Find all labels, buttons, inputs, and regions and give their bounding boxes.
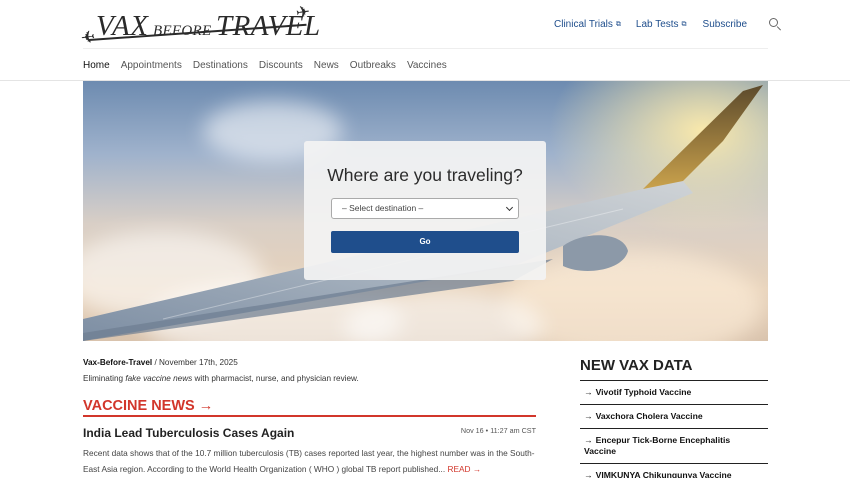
site-header: ✈ ✈ VAX BEFORE TRAVEL Clinical Trials ⧉ … — [0, 0, 850, 81]
nav-discounts[interactable]: Discounts — [259, 60, 303, 71]
lab-tests-label: Lab Tests — [635, 19, 679, 30]
destination-select-value: – Select destination – — [342, 203, 424, 213]
read-more-link[interactable]: READ → — [447, 464, 481, 474]
list-item[interactable]: → Encepur Tick-Borne Encephalitis Vaccine — [580, 428, 768, 463]
go-button[interactable]: Go — [331, 231, 519, 253]
section-divider — [83, 415, 536, 417]
nav-home[interactable]: Home — [83, 60, 110, 71]
vaccine-news-heading[interactable]: VACCINE NEWS → — [83, 398, 213, 414]
list-item[interactable]: → Vivotif Typhoid Vaccine — [580, 380, 768, 404]
logo-word-before: BEFORE — [153, 23, 212, 39]
arrow-right-icon: → — [584, 435, 593, 445]
article-excerpt: Recent data shows that of the 10.7 milli… — [83, 446, 535, 477]
list-item-label: Encepur Tick-Borne Encephalitis Vaccine — [584, 435, 731, 456]
nav-news[interactable]: News — [314, 60, 339, 71]
list-item[interactable]: → Vaxchora Cholera Vaccine — [580, 404, 768, 428]
destination-select[interactable]: – Select destination – — [331, 198, 519, 219]
arrow-right-icon: → — [584, 470, 593, 478]
new-vax-data-list: → Vivotif Typhoid Vaccine → Vaxchora Chole… — [580, 380, 768, 478]
clinical-trials-link[interactable]: Clinical Trials ⧉ — [554, 19, 621, 30]
search-icon[interactable] — [769, 18, 782, 31]
tagline-end: with pharmacist, nurse, and physician re… — [192, 374, 359, 383]
clinical-trials-label: Clinical Trials — [554, 19, 613, 30]
subscribe-label: Subscribe — [702, 19, 747, 30]
nav-vaccines[interactable]: Vaccines — [407, 60, 447, 71]
nav-appointments[interactable]: Appointments — [121, 60, 182, 71]
list-item-label: Vaxchora Cholera Vaccine — [595, 411, 703, 421]
chevron-down-icon — [505, 203, 514, 212]
tagline-start: Eliminating — [83, 374, 126, 383]
logo-word-travel: TRAVEL — [215, 10, 321, 42]
list-item-label: VIMKUNYA Chikungunya Vaccine — [595, 470, 732, 478]
byline: Vax-Before-Travel / November 17th, 2025 — [83, 358, 238, 367]
site-logo[interactable]: ✈ ✈ VAX BEFORE TRAVEL — [80, 2, 321, 49]
site-tagline: Eliminating fake vaccine news with pharm… — [83, 374, 359, 383]
logo-word-vax: VAX — [96, 10, 149, 42]
header-divider — [83, 48, 768, 49]
nav-destinations[interactable]: Destinations — [193, 60, 248, 71]
utility-links: Clinical Trials ⧉ Lab Tests ⧉ Subscribe — [554, 18, 782, 31]
search-card-title: Where are you traveling? — [327, 165, 523, 185]
external-link-icon: ⧉ — [615, 20, 621, 28]
arrow-right-icon: → — [584, 411, 593, 421]
lab-tests-link[interactable]: Lab Tests ⧉ — [636, 19, 687, 30]
article-title[interactable]: India Lead Tuberculosis Cases Again — [83, 426, 294, 440]
main-nav: Home Appointments Destinations Discounts… — [83, 60, 458, 71]
byline-author[interactable]: Vax-Before-Travel — [83, 358, 152, 367]
article-timestamp: Nov 16 • 11:27 am CST — [460, 426, 536, 435]
tagline-emphasis: fake vaccine news — [125, 374, 193, 383]
destination-search-card: Where are you traveling? – Select destin… — [304, 141, 546, 280]
subscribe-link[interactable]: Subscribe — [703, 19, 747, 30]
list-item-label: Vivotif Typhoid Vaccine — [595, 387, 692, 397]
byline-date: / November 17th, 2025 — [152, 358, 238, 367]
new-vax-data-heading: NEW VAX DATA — [580, 357, 693, 374]
nav-outbreaks[interactable]: Outbreaks — [350, 60, 396, 71]
list-item[interactable]: → VIMKUNYA Chikungunya Vaccine — [580, 463, 768, 478]
logo-text: VAX BEFORE TRAVEL — [96, 10, 321, 43]
arrow-right-icon: → — [584, 387, 593, 397]
external-link-icon: ⧉ — [681, 20, 687, 28]
